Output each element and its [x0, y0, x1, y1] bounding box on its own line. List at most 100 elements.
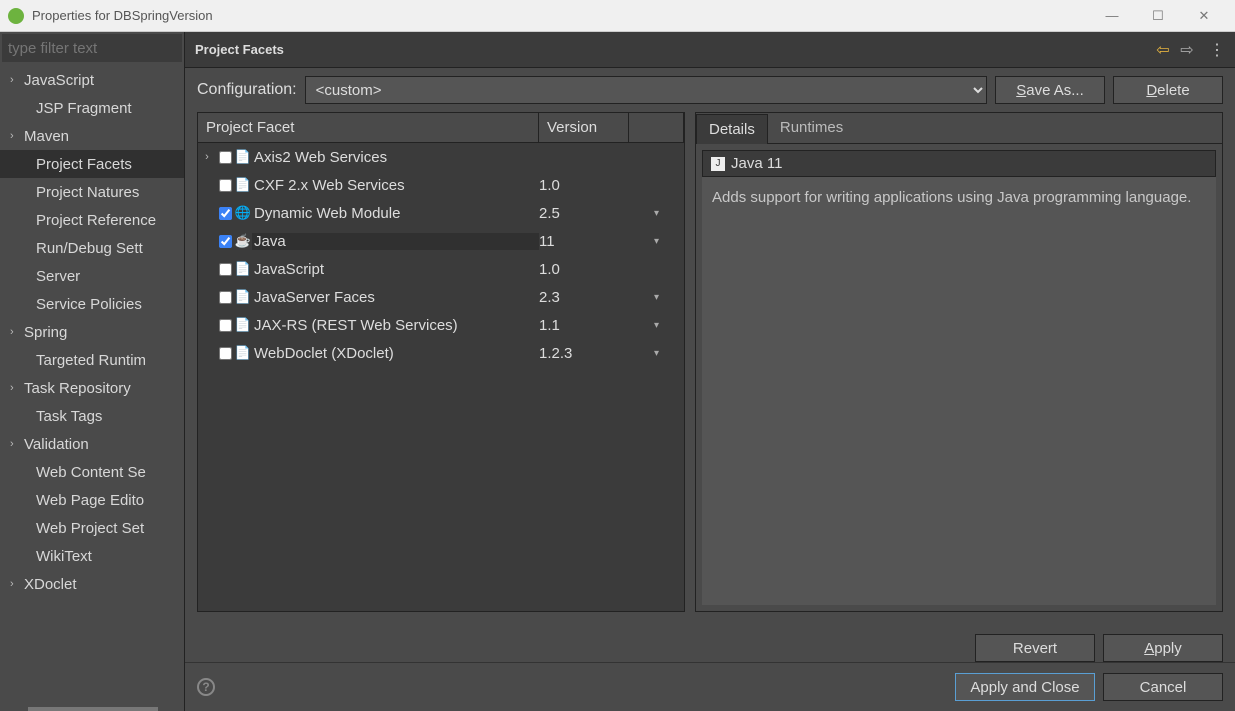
facet-type-icon: 📄	[234, 177, 252, 193]
sidebar-item[interactable]: Service Policies	[0, 290, 184, 318]
facet-type-icon: 📄	[234, 317, 252, 333]
facet-row[interactable]: 📄JavaServer Faces2.3▾	[198, 283, 684, 311]
facet-type-icon: 🌐	[234, 205, 252, 221]
facet-version: 11	[539, 233, 629, 250]
facet-checkbox-wrap	[216, 263, 234, 276]
sidebar-item[interactable]: ›Task Repository	[0, 374, 184, 402]
sidebar-item[interactable]: Task Tags	[0, 402, 184, 430]
tabs: Details Runtimes	[696, 113, 1222, 144]
main-panel: Project Facets ⇦ ⇨ ⋮ Configuration: <cus…	[185, 32, 1235, 711]
sidebar-item-label: Web Project Set	[36, 520, 144, 537]
facet-row[interactable]: ☕Java11▾	[198, 227, 684, 255]
facet-checkbox[interactable]	[219, 179, 232, 192]
sidebar-item-label: WikiText	[36, 548, 92, 565]
sidebar-item-label: Validation	[24, 436, 89, 453]
facet-row[interactable]: 📄WebDoclet (XDoclet)1.2.3▾	[198, 339, 684, 367]
sidebar-item[interactable]: Web Content Se	[0, 458, 184, 486]
facet-checkbox[interactable]	[219, 347, 232, 360]
apply-button[interactable]: Apply	[1103, 634, 1223, 662]
version-dropdown-icon[interactable]: ▾	[629, 208, 684, 219]
sidebar-item[interactable]: Web Project Set	[0, 514, 184, 542]
facet-type-icon: ☕	[234, 233, 252, 249]
expand-icon: ›	[10, 578, 22, 590]
sidebar-item-label: Project Natures	[36, 184, 139, 201]
help-icon[interactable]: ?	[197, 678, 215, 696]
sidebar-item-label: Maven	[24, 128, 69, 145]
facet-checkbox[interactable]	[219, 207, 232, 220]
version-dropdown-icon[interactable]: ▾	[629, 236, 684, 247]
table-body: ›📄Axis2 Web Services📄CXF 2.x Web Service…	[198, 143, 684, 611]
sidebar-item[interactable]: ›JavaScript	[0, 66, 184, 94]
sidebar-item-label: Task Repository	[24, 380, 131, 397]
facet-checkbox[interactable]	[219, 319, 232, 332]
save-as-button[interactable]: Save As...	[995, 76, 1105, 104]
facet-type-icon: 📄	[234, 345, 252, 361]
facet-row[interactable]: 📄JavaScript1.0	[198, 255, 684, 283]
sidebar-item[interactable]: ›XDoclet	[0, 570, 184, 598]
facet-checkbox[interactable]	[219, 263, 232, 276]
sidebar-item[interactable]: WikiText	[0, 542, 184, 570]
sidebar-item[interactable]: Targeted Runtim	[0, 346, 184, 374]
version-dropdown-icon[interactable]: ▾	[629, 348, 684, 359]
facet-name: Dynamic Web Module	[252, 205, 539, 222]
sidebar-item[interactable]: Project Reference	[0, 206, 184, 234]
facet-checkbox-wrap	[216, 179, 234, 192]
facet-checkbox[interactable]	[219, 151, 232, 164]
sidebar-item[interactable]: JSP Fragment	[0, 94, 184, 122]
facet-row[interactable]: ›📄Axis2 Web Services	[198, 143, 684, 171]
facet-checkbox-wrap	[216, 151, 234, 164]
view-menu-icon[interactable]: ⋮	[1209, 40, 1225, 60]
filter-input[interactable]	[2, 34, 182, 62]
table-header: Project Facet Version	[198, 113, 684, 143]
sidebar-item[interactable]: Web Page Edito	[0, 486, 184, 514]
delete-button[interactable]: Delete	[1113, 76, 1223, 104]
sidebar-item-label: Run/Debug Sett	[36, 240, 143, 257]
facet-row[interactable]: 📄CXF 2.x Web Services1.0	[198, 171, 684, 199]
facet-name: Axis2 Web Services	[252, 149, 539, 166]
tab-details[interactable]: Details	[696, 114, 768, 144]
app-icon	[8, 8, 24, 24]
minimize-button[interactable]: ―	[1089, 0, 1135, 32]
sidebar-item-label: Server	[36, 268, 80, 285]
scrollbar-horizontal[interactable]	[28, 707, 158, 711]
forward-icon[interactable]: ⇨	[1175, 40, 1199, 60]
details-panel: Details Runtimes J Java 11 Adds support …	[695, 112, 1223, 612]
apply-and-close-button[interactable]: Apply and Close	[955, 673, 1095, 701]
sidebar-item-label: Web Content Se	[36, 464, 146, 481]
facet-row[interactable]: 🌐Dynamic Web Module2.5▾	[198, 199, 684, 227]
facet-name: CXF 2.x Web Services	[252, 177, 539, 194]
facet-name: JavaScript	[252, 261, 539, 278]
sidebar-item[interactable]: ›Validation	[0, 430, 184, 458]
facet-version: 1.2.3	[539, 345, 629, 362]
sidebar-item-label: Service Policies	[36, 296, 142, 313]
facet-checkbox-wrap	[216, 319, 234, 332]
tab-runtimes[interactable]: Runtimes	[768, 113, 855, 143]
revert-button[interactable]: Revert	[975, 634, 1095, 662]
facet-type-icon: 📄	[234, 261, 252, 277]
close-button[interactable]: ✕	[1181, 0, 1227, 32]
configuration-select[interactable]: <custom>	[305, 76, 987, 104]
sidebar-item[interactable]: ›Spring	[0, 318, 184, 346]
detail-title: Java 11	[731, 155, 782, 172]
sidebar-item-label: XDoclet	[24, 576, 77, 593]
sidebar-item[interactable]: ›Maven	[0, 122, 184, 150]
facet-version: 1.1	[539, 317, 629, 334]
col-version[interactable]: Version	[539, 113, 629, 142]
back-icon[interactable]: ⇦	[1151, 40, 1175, 60]
sidebar-item[interactable]: Project Facets	[0, 150, 184, 178]
version-dropdown-icon[interactable]: ▾	[629, 292, 684, 303]
row-expand-icon[interactable]: ›	[198, 151, 216, 163]
version-dropdown-icon[interactable]: ▾	[629, 320, 684, 331]
sidebar-item[interactable]: Run/Debug Sett	[0, 234, 184, 262]
sidebar-item[interactable]: Project Natures	[0, 178, 184, 206]
col-project-facet[interactable]: Project Facet	[198, 113, 539, 142]
facet-version: 2.5	[539, 205, 629, 222]
sidebar-item-label: Targeted Runtim	[36, 352, 146, 369]
facet-checkbox[interactable]	[219, 235, 232, 248]
sidebar-item[interactable]: Server	[0, 262, 184, 290]
facet-checkbox[interactable]	[219, 291, 232, 304]
cancel-button[interactable]: Cancel	[1103, 673, 1223, 701]
sidebar-item-label: Project Facets	[36, 156, 132, 173]
facet-row[interactable]: 📄JAX-RS (REST Web Services)1.1▾	[198, 311, 684, 339]
maximize-button[interactable]: ☐	[1135, 0, 1181, 32]
